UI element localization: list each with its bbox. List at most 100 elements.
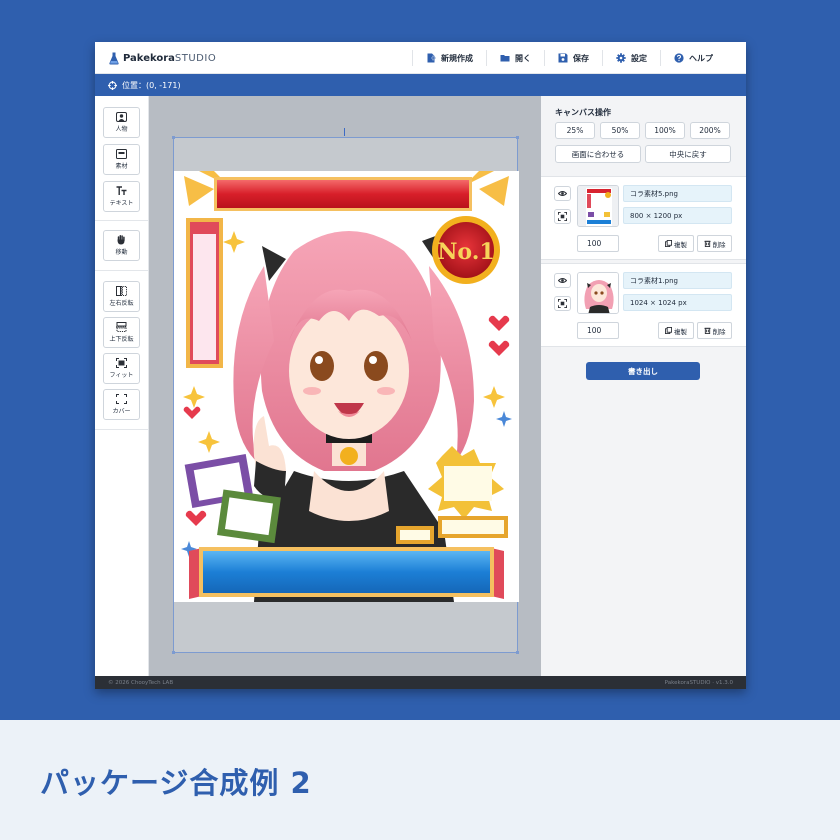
zoom-50-button[interactable]: 50% bbox=[600, 122, 640, 139]
gear-icon bbox=[616, 53, 626, 63]
menu-new[interactable]: 新規作成 bbox=[412, 50, 486, 66]
duplicate-label: 複製 bbox=[674, 327, 687, 336]
visibility-toggle[interactable] bbox=[554, 273, 571, 288]
opacity-input[interactable]: 100 bbox=[577, 235, 619, 252]
delete-layer-button[interactable]: 削除 bbox=[697, 322, 732, 339]
menu-save-label: 保存 bbox=[573, 53, 589, 63]
layer-name: コラ素材1.png bbox=[623, 272, 732, 289]
zoom-25-button[interactable]: 25% bbox=[555, 122, 595, 139]
menu-settings[interactable]: 設定 bbox=[602, 50, 660, 66]
layer-thumbnail bbox=[577, 185, 619, 227]
layer-name: コラ素材5.png bbox=[623, 185, 732, 202]
tool-person[interactable]: 人物 bbox=[103, 107, 140, 138]
menu-open[interactable]: 開く bbox=[486, 50, 544, 66]
layer-item[interactable]: コラ素材5.png 800 × 1200 px 100 複製 削除 bbox=[541, 176, 746, 260]
toolbar-divider bbox=[95, 270, 149, 271]
resize-handle[interactable] bbox=[172, 136, 175, 139]
tool-flip-vertical[interactable]: 上下反転 bbox=[103, 317, 140, 348]
app-logo: PakekoraSTUDIO bbox=[109, 50, 216, 66]
composited-artwork: No.1 bbox=[174, 171, 519, 602]
layer-item[interactable]: コラ素材1.png 1024 × 1024 px 100 複製 削除 bbox=[541, 263, 746, 347]
menu-open-label: 開く bbox=[515, 53, 531, 63]
fit-layer-button[interactable] bbox=[554, 296, 571, 311]
copyright-text: © 2026 ChooyTech LAB bbox=[108, 679, 174, 686]
zoom-200-button[interactable]: 200% bbox=[690, 122, 730, 139]
main-menu: 新規作成 開く 保存 設定 ヘルプ bbox=[412, 42, 726, 74]
trash-icon bbox=[703, 240, 711, 247]
fit-layer-button[interactable] bbox=[554, 209, 571, 224]
right-panel: キャンバス操作 25% 50% 100% 200% 画面に合わせる 中央に戻す bbox=[541, 96, 746, 676]
eye-icon bbox=[558, 191, 567, 196]
duplicate-layer-button[interactable]: 複製 bbox=[658, 235, 694, 252]
logo-bold: Pakekora bbox=[123, 52, 175, 64]
tool-fit[interactable]: フィット bbox=[103, 353, 140, 384]
duplicate-layer-button[interactable]: 複製 bbox=[658, 322, 694, 339]
zoom-100-button[interactable]: 100% bbox=[645, 122, 685, 139]
tool-text[interactable]: テキスト bbox=[103, 181, 140, 212]
layer-dimensions: 800 × 1200 px bbox=[623, 207, 732, 224]
fit-icon bbox=[558, 212, 567, 221]
fit-to-screen-button[interactable]: 画面に合わせる bbox=[555, 145, 641, 163]
fit-icon bbox=[558, 299, 567, 308]
folder-icon bbox=[500, 55, 510, 62]
copy-icon bbox=[665, 327, 672, 334]
tool-flip-horizontal[interactable]: 左右反転 bbox=[103, 281, 140, 312]
toolbar-divider bbox=[95, 429, 149, 430]
center-button[interactable]: 中央に戻す bbox=[645, 145, 731, 163]
new-file-icon bbox=[427, 53, 436, 63]
tool-fit-label: フィット bbox=[109, 372, 134, 379]
trash-icon bbox=[703, 327, 711, 334]
position-readout: 位置：(0, -171) bbox=[122, 80, 181, 90]
canvas-area[interactable]: No.1 bbox=[149, 96, 541, 676]
flip-horizontal-icon bbox=[116, 286, 127, 296]
layer-thumbnail bbox=[577, 272, 619, 314]
menu-help[interactable]: ヘルプ bbox=[660, 50, 726, 66]
app-window: PakekoraSTUDIO 新規作成 開く 保存 設定 ヘルプ 位置：(0, … bbox=[95, 42, 746, 689]
save-icon bbox=[558, 53, 568, 63]
tool-material[interactable]: 素材 bbox=[103, 144, 140, 175]
tool-flip-horizontal-label: 左右反転 bbox=[109, 300, 134, 307]
visibility-toggle[interactable] bbox=[554, 186, 571, 201]
export-button[interactable]: 書き出し bbox=[586, 362, 700, 380]
menu-help-label: ヘルプ bbox=[689, 53, 713, 63]
delete-layer-button[interactable]: 削除 bbox=[697, 235, 732, 252]
help-icon bbox=[674, 53, 684, 63]
delete-label: 削除 bbox=[712, 327, 726, 336]
person-icon bbox=[116, 112, 127, 122]
opacity-input[interactable]: 100 bbox=[577, 322, 619, 339]
tool-material-label: 素材 bbox=[115, 163, 128, 170]
hand-icon bbox=[117, 235, 125, 245]
left-toolbar: 人物 素材 テキスト 移動 左右反転 上下反転 フィット カバー bbox=[95, 96, 149, 676]
crosshair-icon bbox=[108, 80, 117, 90]
tool-text-label: テキスト bbox=[109, 200, 134, 207]
canvas-ops-title: キャンバス操作 bbox=[555, 108, 611, 117]
flip-vertical-icon bbox=[116, 322, 127, 332]
copy-icon bbox=[665, 240, 672, 247]
resize-handle[interactable] bbox=[516, 651, 519, 654]
status-bar: 位置：(0, -171) bbox=[95, 74, 746, 96]
menu-settings-label: 設定 bbox=[631, 53, 647, 63]
eye-icon bbox=[558, 278, 567, 283]
footer-bar: © 2026 ChooyTech LAB PakekoraSTUDIO · v1… bbox=[95, 676, 746, 689]
layer-dimensions: 1024 × 1024 px bbox=[623, 294, 732, 311]
top-bar: PakekoraSTUDIO 新規作成 開く 保存 設定 ヘルプ bbox=[95, 42, 746, 74]
character-thumbnail-image bbox=[578, 273, 618, 313]
tool-cover-label: カバー bbox=[112, 408, 131, 415]
tool-person-label: 人物 bbox=[115, 126, 128, 133]
badge-text: No.1 bbox=[437, 239, 494, 265]
fit-icon bbox=[116, 358, 127, 368]
flask-icon bbox=[109, 52, 119, 64]
menu-save[interactable]: 保存 bbox=[544, 50, 602, 66]
resize-handle[interactable] bbox=[516, 136, 519, 139]
material-icon bbox=[116, 149, 127, 159]
tool-flip-vertical-label: 上下反転 bbox=[109, 336, 134, 343]
rotate-handle[interactable] bbox=[344, 128, 345, 136]
tool-cover[interactable]: カバー bbox=[103, 389, 140, 420]
page-caption: パッケージ合成例 2 bbox=[40, 766, 312, 800]
tool-move-label: 移動 bbox=[115, 249, 128, 256]
frame-thumbnail-image bbox=[578, 186, 618, 226]
tool-move[interactable]: 移動 bbox=[103, 230, 140, 261]
resize-handle[interactable] bbox=[172, 651, 175, 654]
delete-label: 削除 bbox=[712, 240, 726, 249]
logo-light: STUDIO bbox=[174, 52, 217, 64]
